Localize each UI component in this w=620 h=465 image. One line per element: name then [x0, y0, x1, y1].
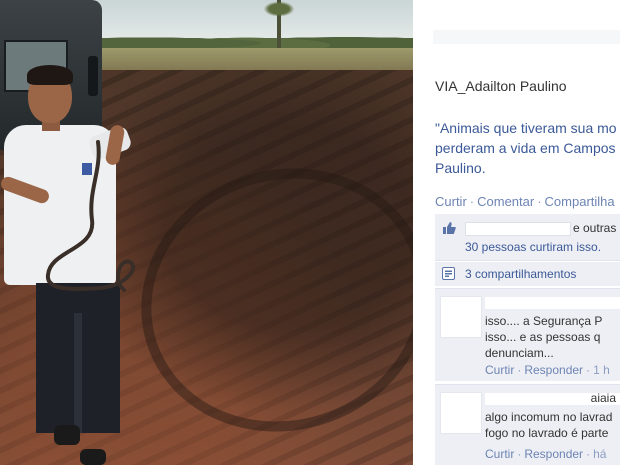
share-link[interactable]: Compartilha [545, 194, 615, 209]
comment-text-line: isso... e as pessoas q [485, 330, 601, 344]
comment-author[interactable] [485, 297, 620, 309]
comment-text-line: isso.... a Segurança P [485, 314, 603, 328]
likes-summary: e outras 30 pessoas curtiram isso. [435, 214, 620, 261]
comment-author[interactable]: aiaia [485, 391, 620, 405]
blurred-header [433, 30, 620, 44]
post-text: "Animais que tiveram sua mo perderam a v… [435, 118, 620, 178]
thumbs-up-icon [443, 222, 456, 234]
likes-others[interactable]: e outras [573, 221, 616, 235]
photo-snake [45, 140, 136, 292]
comment-link[interactable]: Comentar [477, 194, 534, 209]
post-text-line: Paulino. [435, 160, 486, 176]
comment-like-link[interactable]: Curtir [485, 447, 514, 461]
man-shoe-right [80, 449, 106, 465]
man-hair [27, 65, 73, 85]
comment-reply-link[interactable]: Responder [524, 447, 583, 461]
comment-timestamp[interactable]: há [593, 447, 606, 461]
post-photo[interactable] [0, 0, 413, 465]
man-shoe-left [54, 425, 80, 445]
like-link[interactable]: Curtir [435, 194, 467, 209]
shares-summary: 3 compartilhamentos [435, 262, 620, 286]
comment-reply-link[interactable]: Responder [524, 363, 583, 377]
comment-text-line: fogo no lavrado é parte [485, 426, 609, 440]
post-text-line: "Animais que tiveram sua mo [435, 120, 617, 136]
comment-text: algo incomum no lavrad fogo no lavrado é… [485, 409, 620, 441]
post-text-line: perderam a vida em Campos [435, 140, 616, 156]
share-icon [442, 267, 455, 280]
likes-count-link[interactable]: 30 pessoas curtiram isso. [465, 240, 601, 254]
comment-actions: Curtir · Responder · 1 h [485, 363, 610, 377]
shares-link[interactable]: 3 compartilhamentos [465, 267, 576, 281]
liker-name[interactable] [465, 222, 571, 236]
avatar[interactable] [440, 392, 482, 434]
post-actions: Curtir · Comentar · Compartilha [435, 194, 615, 209]
comment-actions: Curtir · Responder · há [485, 447, 607, 461]
post-source: VIA_Adailton Paulino [435, 78, 567, 94]
comment-item: isso.... a Segurança P isso... e as pess… [435, 288, 620, 381]
facebook-post-panel: VIA_Adailton Paulino "Animais que tivera… [413, 0, 620, 465]
comment-item: aiaia algo incomum no lavrad fogo no lav… [435, 384, 620, 465]
comment-timestamp[interactable]: 1 h [593, 363, 610, 377]
comment-text: isso.... a Segurança P isso... e as pess… [485, 313, 620, 361]
comment-like-link[interactable]: Curtir [485, 363, 514, 377]
avatar[interactable] [440, 296, 482, 338]
comment-text-line: denunciam... [485, 346, 554, 360]
comment-text-line: algo incomum no lavrad [485, 410, 613, 424]
comment-author-name[interactable]: aiaia [591, 391, 616, 405]
